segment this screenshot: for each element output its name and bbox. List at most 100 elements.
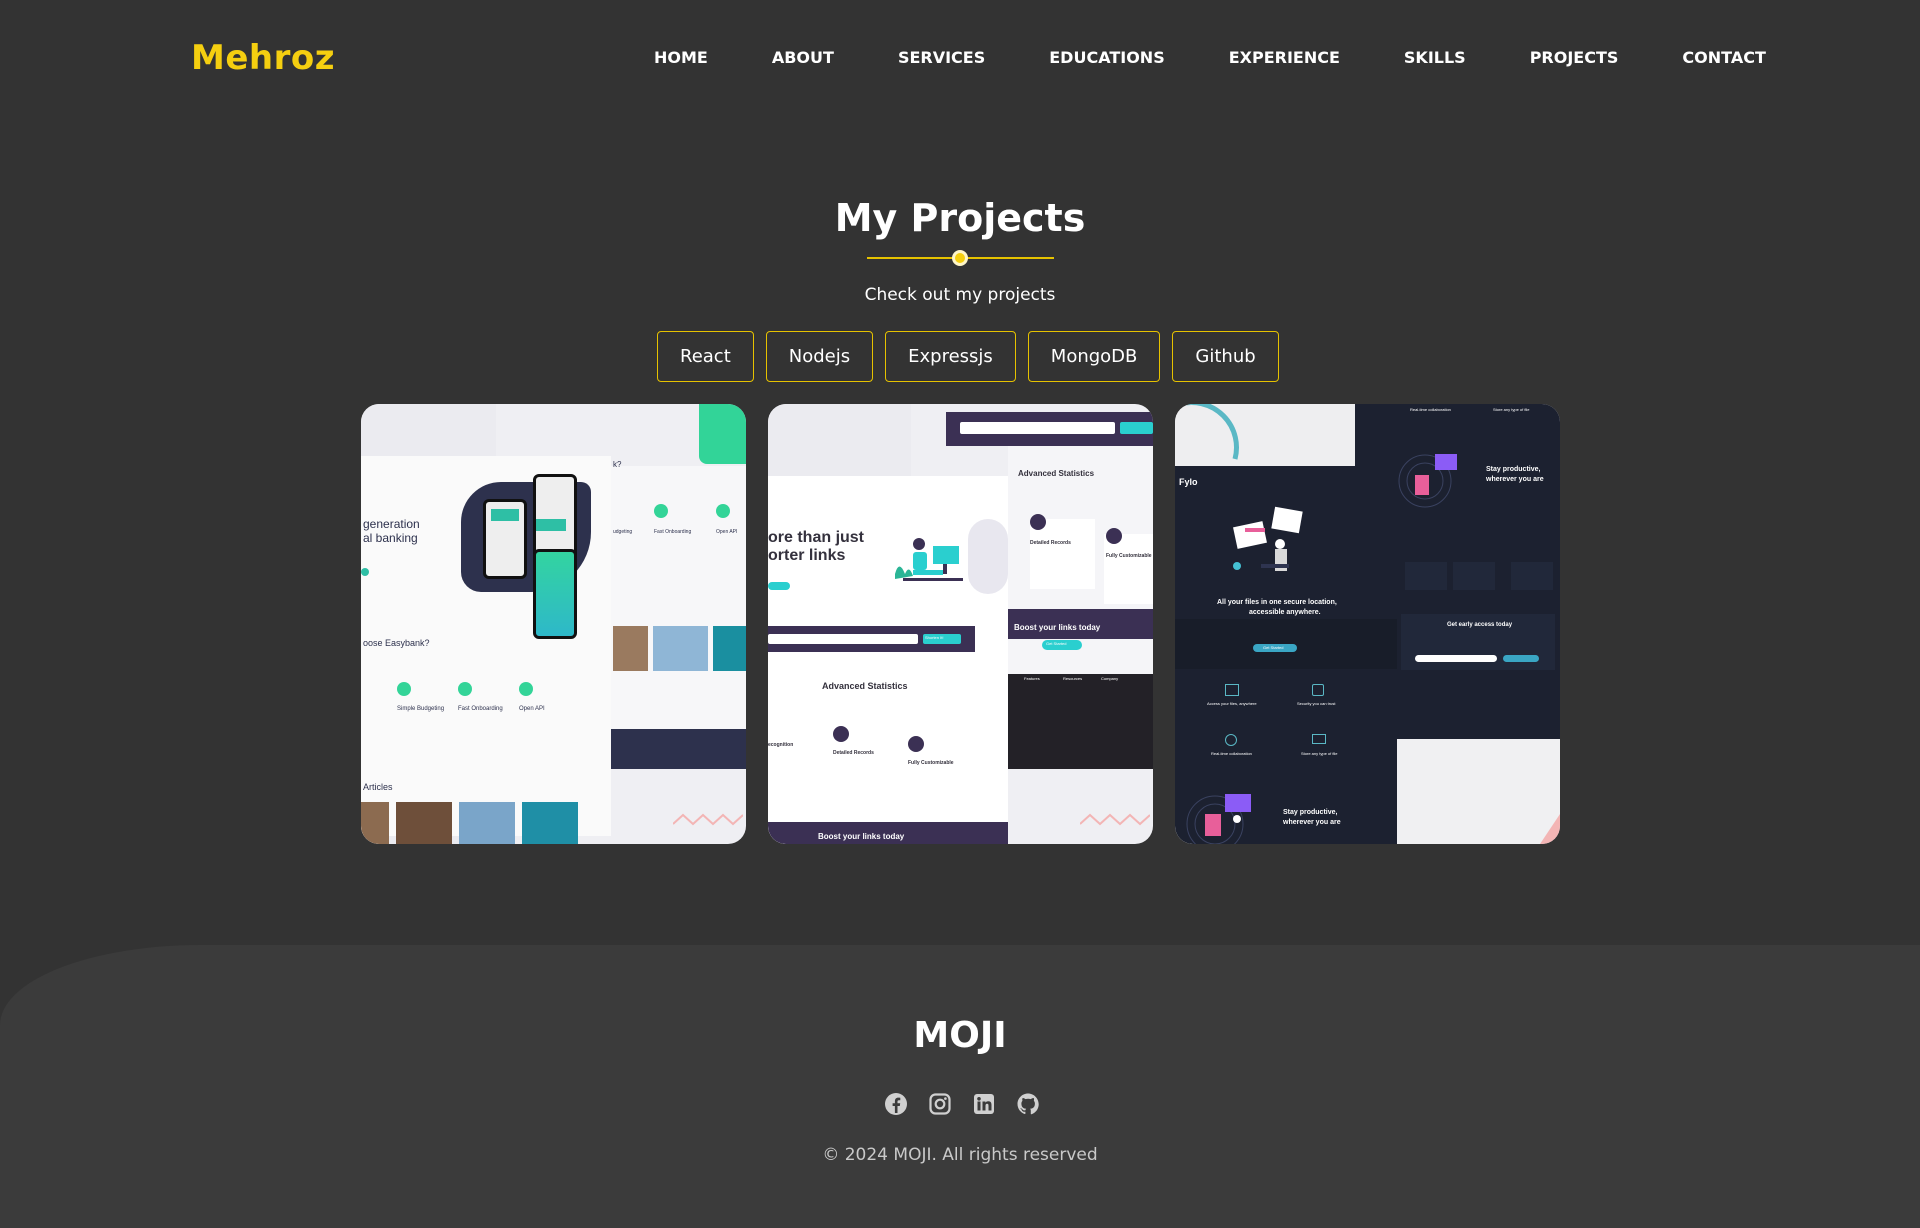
- footer-col-company: Company: [1101, 676, 1119, 681]
- shorten-input-top: [960, 422, 1115, 434]
- productive-illustration-icon: [1186, 794, 1251, 844]
- right-article-img-1: [613, 626, 648, 671]
- records-title-left: Detailed Records: [833, 750, 874, 756]
- nav-projects[interactable]: PROJECTS: [1530, 48, 1619, 67]
- footer-col-resources: Resources: [1063, 676, 1083, 681]
- phone-3: [533, 549, 577, 639]
- records-icon: [1030, 514, 1046, 530]
- page-footer-dark: [611, 729, 746, 769]
- custom-icon: [1106, 528, 1122, 544]
- arc-decoration: [1180, 404, 1239, 460]
- feature-icon-2: [1312, 684, 1324, 696]
- productive-heading-line2: wherever you are: [1283, 819, 1341, 826]
- right-store-title: Store any type of file: [1493, 407, 1530, 412]
- github-icon[interactable]: [1016, 1092, 1040, 1116]
- right-feature-title-1: udgeting: [613, 529, 633, 535]
- records-title-right: Detailed Records: [1030, 540, 1071, 546]
- right-collab-title: Real-time collaboration: [1410, 407, 1451, 412]
- hero-heading-line2: accessible anywhere.: [1249, 609, 1321, 616]
- social-links: [884, 1092, 1040, 1116]
- feature-title-3: Real-time collaboration: [1211, 751, 1252, 756]
- phone-2-card: [536, 519, 566, 531]
- projects-subtitle: Check out my projects: [864, 285, 1056, 305]
- get-started-label: Get Started: [1046, 641, 1067, 646]
- hero-button: [361, 568, 369, 576]
- nav-educations[interactable]: EDUCATIONS: [1049, 48, 1164, 67]
- custom-title-right: Fully Customizable: [1106, 553, 1152, 559]
- project-card-easybank[interactable]: generation al banking oose Easybank? Sim…: [361, 404, 746, 844]
- feature-icon-3: [1225, 734, 1237, 746]
- zigzag-decoration: [1080, 813, 1150, 826]
- filter-nodejs-button[interactable]: Nodejs: [765, 331, 874, 382]
- right-article-img-3: [713, 626, 746, 671]
- instagram-icon[interactable]: [928, 1092, 952, 1116]
- testimonial-card-3: [1511, 562, 1553, 590]
- right-productive-line2: wherever you are: [1486, 476, 1544, 483]
- right-productive-illustration-icon: [1398, 454, 1457, 508]
- feature-title-1: Access your files, anywhere: [1207, 701, 1257, 706]
- productive-heading-line1: Stay productive,: [1283, 809, 1338, 816]
- hero-heading-line1: All your files in one secure location,: [1217, 599, 1337, 606]
- filter-github-button[interactable]: Github: [1172, 331, 1279, 382]
- project-card-shortly[interactable]: Advanced Statistics Boost your links tod…: [768, 404, 1153, 844]
- right-feature-title-3: Open API: [716, 529, 738, 535]
- custom-icon-left: [908, 736, 924, 752]
- nav-experience[interactable]: EXPERIENCE: [1229, 48, 1340, 67]
- article-img-4: [522, 802, 578, 844]
- hero-heading-line2: al banking: [363, 531, 418, 545]
- article-img-3: [459, 802, 515, 844]
- illustration-blob: [968, 519, 1008, 594]
- hero-heading-line2: orter links: [768, 547, 846, 564]
- project-card-fylo[interactable]: Fylo All your files in one secure locati…: [1175, 404, 1560, 844]
- phone-top-right: [699, 404, 746, 464]
- nav-services[interactable]: SERVICES: [898, 48, 985, 67]
- feature-icon-4: [1312, 734, 1326, 744]
- site-logo[interactable]: Mehroz: [191, 38, 335, 78]
- facebook-icon[interactable]: [884, 1092, 908, 1116]
- feature-title-3: Open API: [519, 706, 545, 712]
- filter-expressjs-button[interactable]: Expressjs: [885, 331, 1016, 382]
- files-illustration-icon: [1233, 506, 1303, 571]
- footer-col-features: Features: [1024, 676, 1040, 681]
- boost-heading-right: Boost your links today: [1014, 623, 1101, 632]
- recognition-title: ecognition: [768, 742, 794, 748]
- hero-cta-label: Get Started: [1263, 645, 1284, 650]
- right-feature-title-2: Fast Onboarding: [654, 529, 692, 535]
- feature-icon-2: [458, 682, 472, 696]
- records-card: [825, 740, 885, 800]
- testimonial-card-2: [1453, 562, 1495, 590]
- custom-card: [898, 749, 953, 804]
- nav-about[interactable]: ABOUT: [772, 48, 834, 67]
- article-img-2: [396, 802, 452, 844]
- project-filters: React Nodejs Expressjs MongoDB Github: [657, 331, 1279, 382]
- right-why-heading: k?: [613, 460, 622, 469]
- custom-title-left: Fully Customizable: [908, 760, 954, 766]
- filter-react-button[interactable]: React: [657, 331, 754, 382]
- records-icon-left: [833, 726, 849, 742]
- linkedin-icon[interactable]: [972, 1092, 996, 1116]
- hero-illustration: [1225, 504, 1315, 584]
- copyright-text: © 2024 MOJI. All rights reserved: [822, 1145, 1098, 1165]
- feature-icon-1: [397, 682, 411, 696]
- right-productive-line1: Stay productive,: [1486, 466, 1541, 473]
- fylo-logo: Fylo: [1179, 477, 1198, 487]
- early-access-button: [1503, 655, 1539, 662]
- testimonial-card-1: [1405, 562, 1447, 590]
- boost-heading: Boost your links today: [818, 832, 905, 841]
- stats-heading: Advanced Statistics: [822, 681, 908, 691]
- hero-cta: [768, 582, 790, 590]
- right-feature-icon-2: [716, 504, 730, 518]
- articles-heading: Articles: [363, 782, 393, 792]
- feature-icon-1: [1225, 684, 1239, 696]
- hero-illustration: [893, 534, 973, 594]
- nav-skills[interactable]: SKILLS: [1404, 48, 1466, 67]
- early-access-heading: Get early access today: [1447, 622, 1513, 628]
- zigzag-decoration: [673, 813, 743, 826]
- nav-home[interactable]: HOME: [654, 48, 708, 67]
- nav-contact[interactable]: CONTACT: [1682, 48, 1765, 67]
- filter-mongodb-button[interactable]: MongoDB: [1027, 331, 1161, 382]
- footer-brand: MOJI: [913, 1015, 1007, 1056]
- article-img-1: [361, 802, 389, 844]
- right-article-img-2: [653, 626, 708, 671]
- corner-accent: [1540, 814, 1560, 844]
